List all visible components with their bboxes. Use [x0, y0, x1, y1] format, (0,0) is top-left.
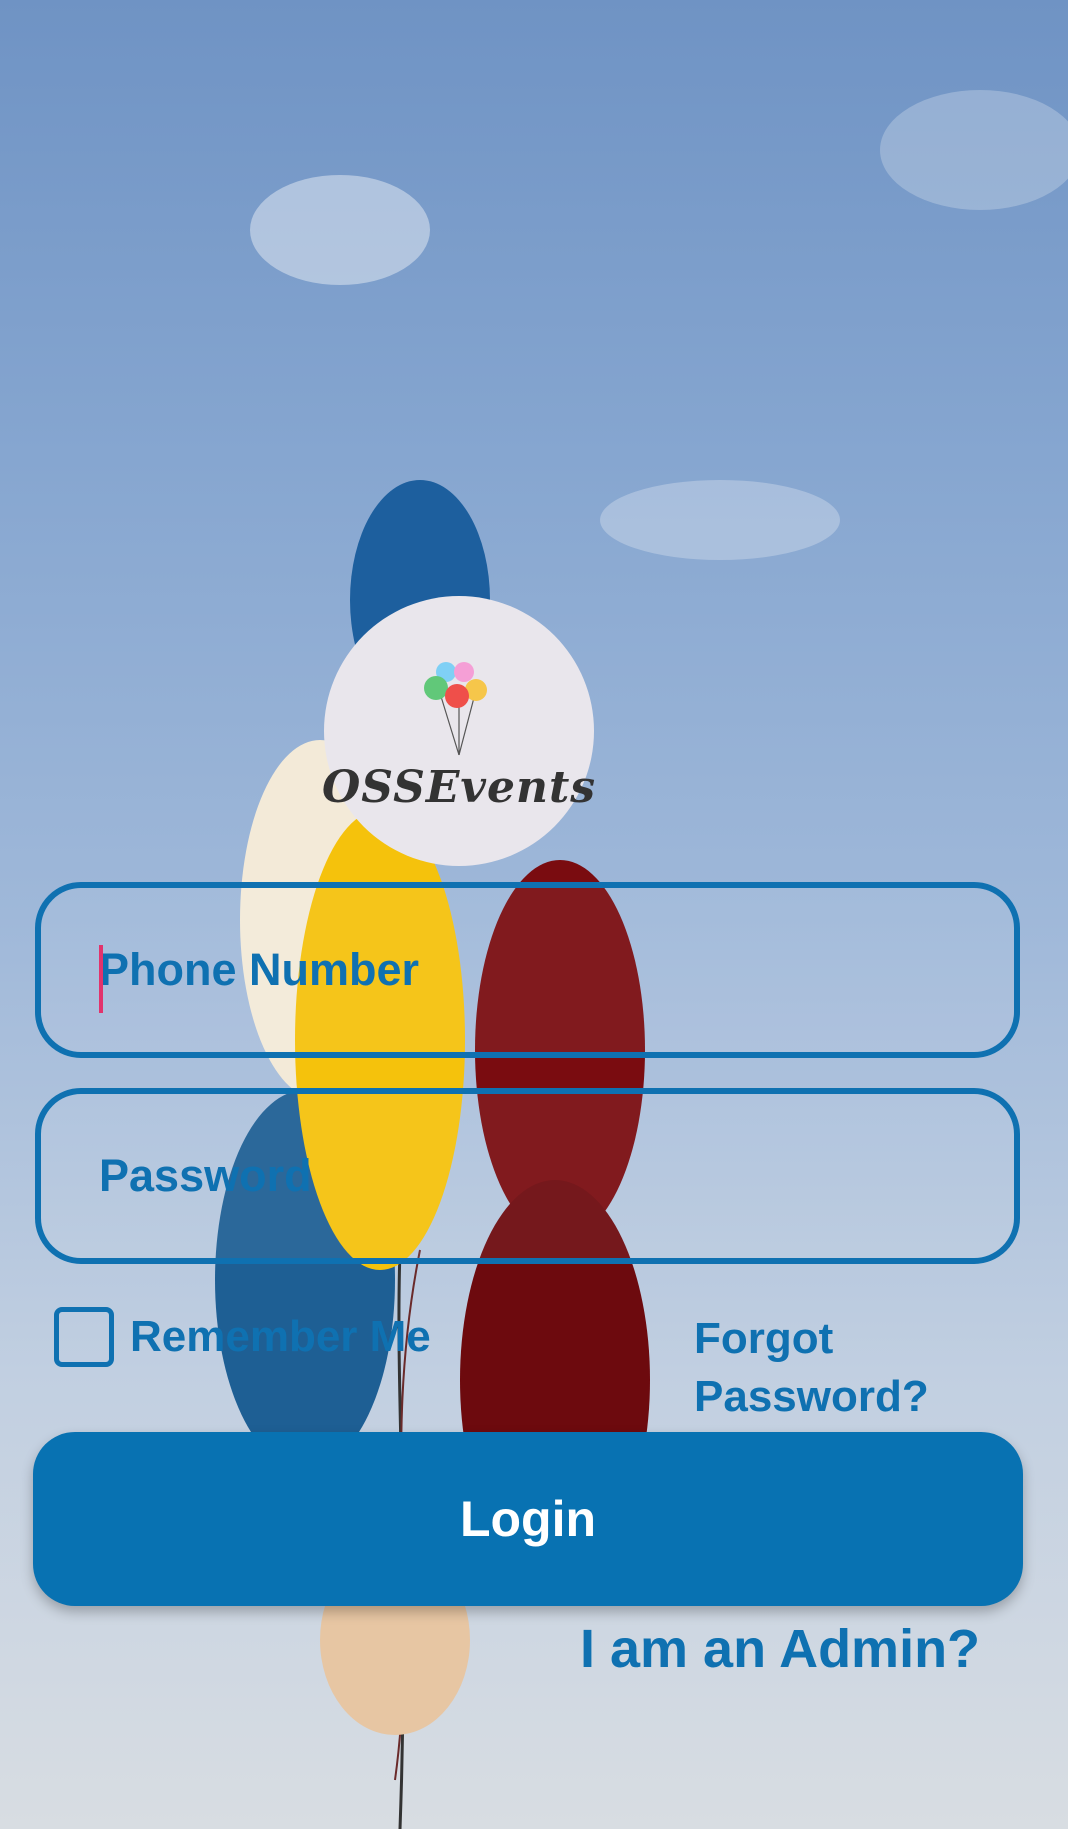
logo-text: OSSEvents — [321, 761, 597, 813]
text-caret — [99, 945, 103, 1013]
balloons-icon — [424, 661, 487, 755]
password-input[interactable] — [97, 1149, 1014, 1203]
remember-me[interactable]: Remember Me — [54, 1307, 431, 1367]
admin-login-link[interactable]: I am an Admin? — [580, 1618, 980, 1680]
app-logo: OSSEvents — [321, 596, 597, 866]
phone-number-field[interactable] — [35, 882, 1020, 1058]
phone-number-input[interactable] — [97, 943, 1014, 997]
forgot-password-link[interactable]: Forgot Password? — [694, 1310, 994, 1426]
password-field[interactable] — [35, 1088, 1020, 1264]
remember-me-label[interactable]: Remember Me — [130, 1312, 431, 1362]
login-button[interactable]: Login — [33, 1432, 1023, 1606]
remember-me-checkbox[interactable] — [54, 1307, 114, 1367]
